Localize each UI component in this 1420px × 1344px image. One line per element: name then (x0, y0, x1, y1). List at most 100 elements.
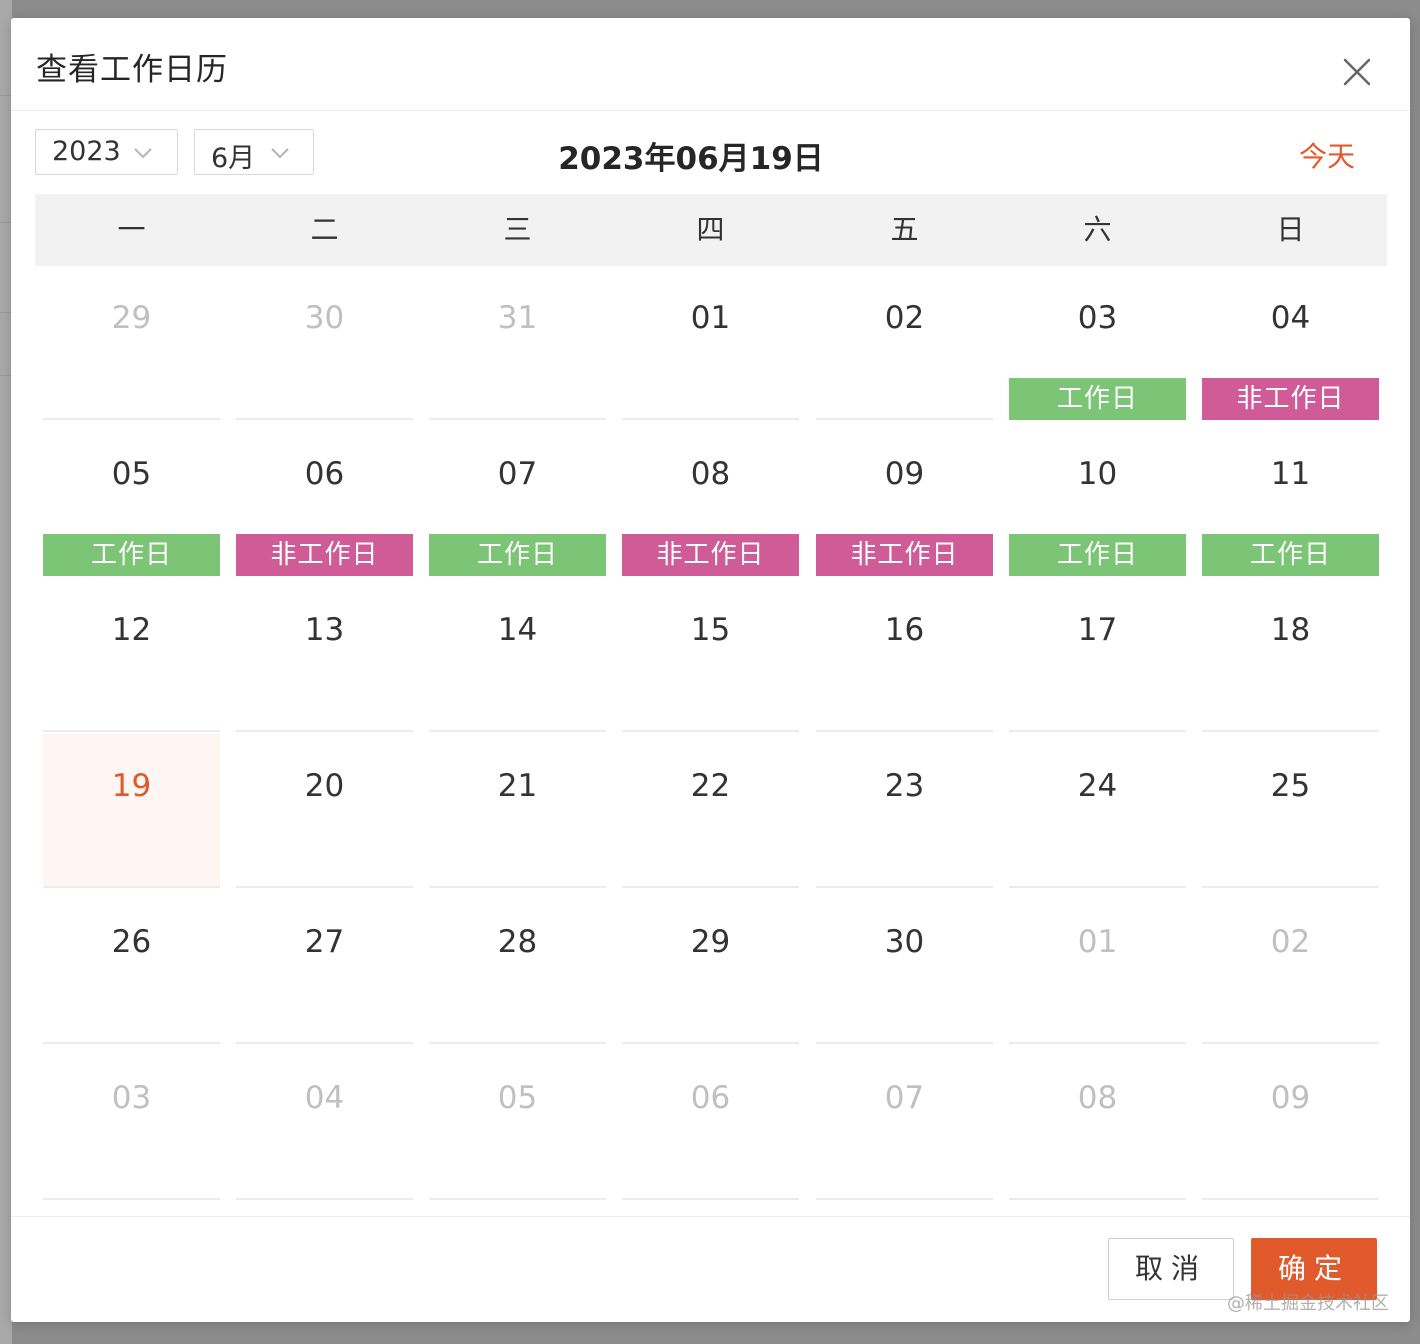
watermark: @稀土掘金技术社区 (1227, 1293, 1389, 1314)
weekday-label: 三 (503, 213, 532, 246)
calendar-day[interactable]: 24 (1009, 734, 1186, 888)
workday-tag: 工作日 (43, 534, 220, 576)
day-number: 06 (690, 1080, 731, 1116)
day-number: 28 (497, 924, 538, 960)
calendar-day[interactable]: 29 (43, 266, 220, 420)
calendar-day[interactable]: 03 工作日 (1009, 266, 1186, 420)
calendar-day[interactable]: 08 非工作日 (622, 422, 799, 576)
calendar-day[interactable]: 15 (622, 578, 799, 732)
calendar-day[interactable]: 21 (429, 734, 606, 888)
selected-date-title: 2023年06月19日 (558, 141, 824, 177)
day-number: 29 (111, 300, 152, 336)
chevron-down-icon (271, 148, 289, 159)
day-number: 30 (884, 924, 925, 960)
workday-tag: 工作日 (1202, 534, 1379, 576)
dialog-footer: 取消 确定 @稀土掘金技术社区 (11, 1216, 1410, 1322)
day-number: 07 (497, 456, 538, 492)
calendar-day[interactable]: 14 (429, 578, 606, 732)
calendar-day[interactable]: 17 (1009, 578, 1186, 732)
day-number: 26 (111, 924, 152, 960)
calendar-day[interactable]: 01 (1009, 890, 1186, 1044)
today-button[interactable]: 今天 (1299, 135, 1355, 175)
calendar-day[interactable]: 09 (1202, 1046, 1379, 1200)
non-workday-tag: 非工作日 (816, 534, 993, 576)
workday-tag: 工作日 (1009, 534, 1186, 576)
day-number: 03 (1077, 300, 1118, 336)
calendar-day[interactable]: 26 (43, 890, 220, 1044)
day-number: 05 (111, 456, 152, 492)
work-calendar-dialog: 查看工作日历 2023 6月 2023年06月19日 今天 一二三四五六日 29… (11, 18, 1410, 1322)
day-number: 23 (884, 768, 925, 804)
day-number: 27 (304, 924, 345, 960)
day-number: 09 (884, 456, 925, 492)
calendar-day[interactable]: 23 (816, 734, 993, 888)
day-number: 31 (497, 300, 538, 336)
year-select-value: 2023 (52, 136, 121, 167)
day-number: 14 (497, 612, 538, 648)
calendar-day[interactable]: 02 (816, 266, 993, 420)
calendar-day[interactable]: 30 (236, 266, 413, 420)
non-workday-tag: 非工作日 (236, 534, 413, 576)
day-number: 20 (304, 768, 345, 804)
day-number: 10 (1077, 456, 1118, 492)
calendar-day[interactable]: 25 (1202, 734, 1379, 888)
calendar-day[interactable]: 31 (429, 266, 606, 420)
calendar-day[interactable]: 18 (1202, 578, 1379, 732)
day-number: 19 (111, 768, 152, 804)
calendar-day[interactable]: 10 工作日 (1009, 422, 1186, 576)
calendar-day[interactable]: 04 (236, 1046, 413, 1200)
calendar-day-today[interactable]: 19 (43, 734, 220, 888)
day-number: 17 (1077, 612, 1118, 648)
weekday-label: 二 (310, 213, 339, 246)
day-number: 01 (1077, 924, 1118, 960)
dialog-header: 查看工作日历 (11, 18, 1410, 111)
calendar-day[interactable]: 02 (1202, 890, 1379, 1044)
calendar-day[interactable]: 05 工作日 (43, 422, 220, 576)
weekday-label: 四 (696, 213, 725, 246)
calendar-day[interactable]: 05 (429, 1046, 606, 1200)
day-number: 04 (304, 1080, 345, 1116)
calendar-day[interactable]: 06 非工作日 (236, 422, 413, 576)
calendar-toolbar: 2023 6月 2023年06月19日 今天 (11, 111, 1410, 195)
calendar-day[interactable]: 01 (622, 266, 799, 420)
calendar-day[interactable]: 16 (816, 578, 993, 732)
day-number: 06 (304, 456, 345, 492)
day-number: 13 (304, 612, 345, 648)
non-workday-tag: 非工作日 (1202, 378, 1379, 420)
calendar-day[interactable]: 13 (236, 578, 413, 732)
cancel-button[interactable]: 取消 (1108, 1238, 1234, 1300)
workday-tag: 工作日 (1009, 378, 1186, 420)
calendar-day[interactable]: 07 工作日 (429, 422, 606, 576)
calendar-day[interactable]: 22 (622, 734, 799, 888)
calendar-day[interactable]: 08 (1009, 1046, 1186, 1200)
day-number: 07 (884, 1080, 925, 1116)
close-button[interactable] (1339, 54, 1375, 90)
day-number: 15 (690, 612, 731, 648)
day-number: 24 (1077, 768, 1118, 804)
chevron-down-icon (134, 148, 152, 159)
weekday-label: 一 (117, 213, 146, 246)
workday-tag: 工作日 (429, 534, 606, 576)
year-select[interactable]: 2023 (35, 129, 178, 175)
day-number: 12 (111, 612, 152, 648)
day-number: 16 (884, 612, 925, 648)
calendar-day[interactable]: 29 (622, 890, 799, 1044)
day-number: 22 (690, 768, 731, 804)
calendar-day[interactable]: 30 (816, 890, 993, 1044)
day-number: 02 (884, 300, 925, 336)
calendar-day[interactable]: 20 (236, 734, 413, 888)
calendar-day[interactable]: 09 非工作日 (816, 422, 993, 576)
calendar-day[interactable]: 04 非工作日 (1202, 266, 1379, 420)
calendar-day[interactable]: 11 工作日 (1202, 422, 1379, 576)
month-select[interactable]: 6月 (194, 129, 314, 175)
day-number: 02 (1270, 924, 1311, 960)
calendar-day[interactable]: 03 (43, 1046, 220, 1200)
weekday-label: 日 (1276, 213, 1305, 246)
calendar-day[interactable]: 07 (816, 1046, 993, 1200)
day-number: 04 (1270, 300, 1311, 336)
calendar-day[interactable]: 28 (429, 890, 606, 1044)
calendar-day[interactable]: 12 (43, 578, 220, 732)
weekday-header: 一二三四五六日 (35, 194, 1387, 266)
calendar-day[interactable]: 06 (622, 1046, 799, 1200)
calendar-day[interactable]: 27 (236, 890, 413, 1044)
